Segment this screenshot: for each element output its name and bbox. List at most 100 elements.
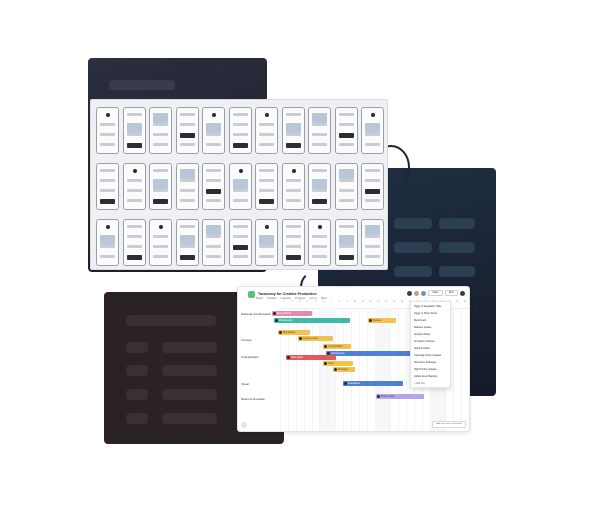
dropdown-item[interactable]: Alpha Frontline [414,347,430,350]
wireframe-element [365,235,380,238]
dropdown-item[interactable]: Animation Libraries [414,340,434,343]
wireframe-element [312,143,327,146]
tab-forms[interactable]: Forms [310,297,317,300]
wireframe-element [312,179,327,189]
wireframe-element [365,199,380,202]
date-tick: 2 [291,301,293,303]
assignee-avatar-icon [324,362,327,365]
user-avatar[interactable] [460,290,465,296]
wireframe-screen [281,219,305,266]
wireframe-element [285,225,301,228]
grid-line [327,308,329,431]
wireframe-screen [255,163,278,210]
wireframe-screen [361,107,384,154]
task-bar[interactable]: Illustrations [343,381,403,386]
grid-line [303,308,305,431]
task-bar[interactable]: UI exploration [323,344,351,349]
dropdown-item[interactable]: Baseline Guides [414,326,431,329]
wireframe-element [338,143,354,146]
assignee-avatar-icon [299,337,302,340]
wireframe-board [90,99,388,270]
dropdown-item[interactable]: Alternative Pathways [414,361,436,364]
wireframe-screen [334,107,358,154]
date-tick: 16 [400,301,404,303]
date-tick: 4 [306,301,309,303]
wireframe-element [259,189,274,192]
task-bar[interactable]: Wireframes [278,330,310,335]
placeholder-bar [126,365,148,376]
task-bar[interactable]: Motion study [376,394,424,399]
wireframe-element [100,255,115,258]
wireframe-element [206,199,221,202]
date-tick: 6 [322,301,324,303]
date-tick: 10 [353,301,357,303]
wireframe-element [153,235,168,238]
wireframe-element [100,143,115,146]
wireframe-element [126,199,142,202]
filter-button[interactable]: Filter [444,290,458,296]
task-label: Style guide [291,356,303,359]
wireframe-screen [361,219,384,266]
help-icon[interactable] [241,422,247,428]
wireframe-element [126,133,142,136]
date-tick: 13 [377,301,380,303]
task-bar[interactable]: Icons [323,361,353,366]
avatar[interactable] [414,290,420,296]
tab-more[interactable]: More... [321,297,329,300]
placeholder-bar [439,218,475,229]
wireframe-element [259,255,274,258]
avatar[interactable] [407,290,413,296]
wireframe-element [232,179,248,189]
dropdown-item[interactable]: Campaign Scout Updates [414,354,441,357]
tab-progress[interactable]: Progress [295,297,305,300]
tab-board[interactable]: Board [256,297,263,300]
share-button[interactable]: Share [428,290,443,296]
tab-timeline[interactable]: Timeline [267,297,277,300]
wireframe-element [206,179,221,182]
avatar[interactable] [421,290,427,296]
assignee-avatar-icon [334,368,337,371]
wireframe-element [232,199,248,202]
wireframe-element [338,235,354,245]
wireframe-element [206,169,221,172]
task-bar[interactable]: Layout review [298,336,333,341]
wireframe-element [285,255,301,260]
tab-calendar[interactable]: Calendar [281,297,292,300]
wireframe-element [232,123,248,126]
wireframe-screen [122,107,146,154]
wireframe-screen [361,163,384,210]
wireframe-screen [202,219,225,266]
wireframe-element [285,133,301,136]
wireframe-element [126,235,142,238]
task-label: Moodboards [279,319,293,322]
dropdown-add-item[interactable]: + Add row [414,382,425,385]
add-tasks-hint[interactable]: Add more tasks to timeline [432,421,466,428]
dropdown-item[interactable]: Global Asset Mapping [414,375,437,378]
placeholder-bar [126,315,216,326]
assignee-avatar-icon [377,395,380,398]
placeholder-bar [162,389,217,400]
wireframe-element [153,169,168,172]
dropdown-item[interactable]: Taggy to Photo Shoot [414,312,437,315]
group-label: Concept [241,338,252,342]
wireframe-element [338,225,354,228]
dropdown-item[interactable]: Analytics Briefs [414,333,430,336]
wireframe-screen [334,219,358,266]
dropdown-item[interactable]: Benchmark [414,319,426,322]
task-bar[interactable]: Style guide [286,355,336,360]
wireframe-element [259,133,274,136]
dropdown-item[interactable]: Taggy to Regulation Table [414,305,441,308]
date-tick: 23 [455,301,459,303]
wireframe-element [259,199,274,204]
task-bar[interactable]: Review [368,318,396,323]
date-tick: 24 [463,301,467,303]
dropdown-item[interactable]: High Priority Updates [414,368,437,371]
task-bar[interactable]: Moodboards [274,318,350,323]
task-label: Layout review [303,337,318,340]
task-bar[interactable]: Brand kickoff [272,311,312,316]
grid-line [382,308,384,431]
wireframe-element [153,245,168,248]
task-bar[interactable]: Prototype [333,367,355,372]
date-tick: 7 [330,301,332,303]
wireframe-element [312,169,327,172]
